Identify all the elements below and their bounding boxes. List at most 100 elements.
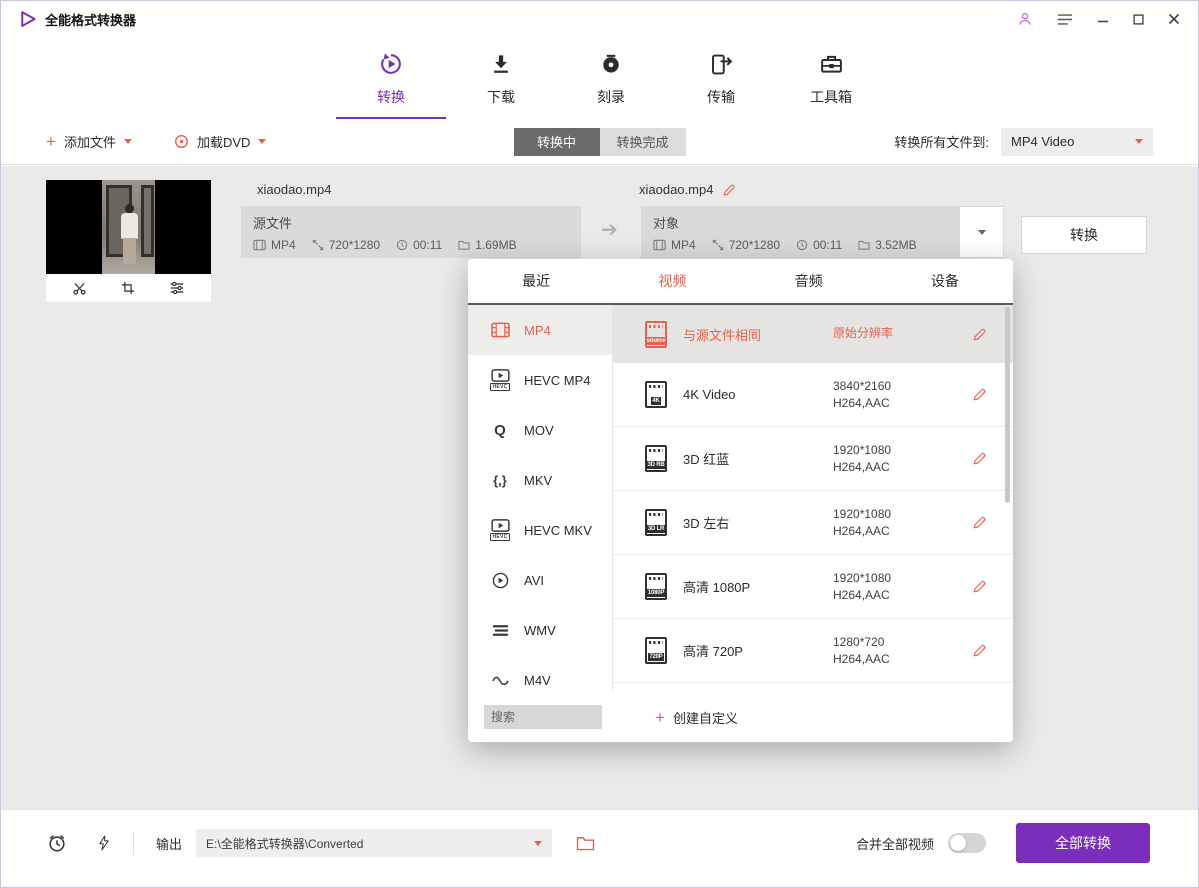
preset-detail: 原始分辨率 <box>833 324 965 344</box>
tab-convert[interactable]: 转换 <box>336 37 446 119</box>
preset-row-3d-redblue[interactable]: 3D RB 3D 红蓝 1920*1080 H264,AAC <box>613 427 1013 491</box>
source-info-panel: 源文件 MP4 720*1280 00:11 <box>241 206 581 258</box>
preset-icon: 3D RB <box>645 445 667 472</box>
avi-icon <box>488 572 512 589</box>
video-thumbnail[interactable] <box>46 180 211 302</box>
format-item-hevc-mkv[interactable]: HEVC HEVC MKV <box>468 505 612 555</box>
rename-icon[interactable] <box>722 183 736 197</box>
target-size: 3.52MB <box>858 238 916 252</box>
tab-converting[interactable]: 转换中 <box>514 128 600 156</box>
format-item-mov[interactable]: Q MOV <box>468 405 612 455</box>
menu-icon[interactable] <box>1057 13 1073 26</box>
preset-list: source 与源文件相同 原始分辨率 4K 4K Video <box>613 305 1013 692</box>
burn-disc-icon <box>599 50 623 78</box>
popup-tab-audio[interactable]: 音频 <box>741 259 877 303</box>
popup-tab-video[interactable]: 视频 <box>604 259 740 303</box>
target-label: 对象 <box>653 213 947 232</box>
popup-footer: + 创建自定义 <box>468 692 1013 742</box>
search-input[interactable] <box>484 705 602 729</box>
clip-toolbar <box>46 274 211 302</box>
download-icon <box>489 50 513 78</box>
source-file-name: xiaodao.mp4 <box>257 182 331 197</box>
tab-converted[interactable]: 转换完成 <box>600 128 686 156</box>
thumbnail-art <box>141 185 154 257</box>
preset-row-4k[interactable]: 4K 4K Video 3840*2160 H264,AAC <box>613 363 1013 427</box>
crop-icon[interactable] <box>121 281 135 295</box>
format-icon <box>653 239 666 251</box>
preset-row-same-as-source[interactable]: source 与源文件相同 原始分辨率 <box>613 305 1013 363</box>
format-item-mp4[interactable]: MP4 <box>468 305 612 355</box>
target-file-name: xiaodao.mp4 <box>639 182 713 197</box>
source-size: 1.69MB <box>458 238 516 252</box>
preset-row-1080p[interactable]: 1080P 高清 1080P 1920*1080 H264,AAC <box>613 555 1013 619</box>
source-preset-icon: source <box>645 321 667 348</box>
schedule-clock-icon[interactable] <box>47 833 67 853</box>
main-nav: 转换 下载 刻录 传输 <box>1 37 1198 119</box>
tab-burn[interactable]: 刻录 <box>556 37 666 119</box>
load-dvd-button[interactable]: 加载DVD <box>174 132 266 151</box>
convert-all-to-label: 转换所有文件到: <box>894 132 989 151</box>
divider <box>133 831 134 855</box>
edit-preset-icon[interactable] <box>972 327 987 342</box>
scrollbar-thumb[interactable] <box>1005 307 1010 503</box>
toolbar: + 添加文件 加载DVD 转换中 转换完成 转换所有文件到: MP4 Video <box>1 119 1198 165</box>
edit-preset-icon[interactable] <box>972 515 987 530</box>
thumbnail-image <box>46 180 211 274</box>
edit-preset-icon[interactable] <box>972 451 987 466</box>
add-files-button[interactable]: + 添加文件 <box>46 132 132 151</box>
convert-all-button[interactable]: 全部转换 <box>1016 823 1150 863</box>
close-button[interactable] <box>1168 13 1180 25</box>
source-duration: 00:11 <box>396 238 442 252</box>
format-item-avi[interactable]: AVI <box>468 555 612 605</box>
merge-videos-label: 合并全部视频 <box>856 834 934 853</box>
format-item-m4v[interactable]: M4V <box>468 655 612 692</box>
output-path-dropdown[interactable]: E:\全能格式转换器\Converted <box>196 829 552 857</box>
tab-toolbox-label: 工具箱 <box>810 87 852 107</box>
target-duration: 00:11 <box>796 238 842 252</box>
thumbnail-art <box>125 204 134 213</box>
app-logo-icon <box>19 10 37 28</box>
app-window: 全能格式转换器 转换 <box>0 0 1199 888</box>
status-tabs: 转换中 转换完成 <box>514 128 686 156</box>
preset-row-720p[interactable]: 720P 高清 720P 1280*720 H264,AAC <box>613 619 1013 683</box>
preset-detail: 1280*720 H264,AAC <box>833 635 965 666</box>
folder-icon <box>458 240 470 250</box>
trim-icon[interactable] <box>72 281 87 296</box>
effects-icon[interactable] <box>169 280 185 296</box>
tab-transfer[interactable]: 传输 <box>666 37 776 119</box>
maximize-button[interactable] <box>1133 14 1144 25</box>
target-info-row: MP4 720*1280 00:11 3.52MB <box>653 238 947 252</box>
convert-button[interactable]: 转换 <box>1021 216 1147 254</box>
account-icon[interactable] <box>1017 11 1033 27</box>
clock-icon <box>396 239 408 251</box>
target-resolution: 720*1280 <box>712 238 780 252</box>
chevron-down-icon <box>978 230 986 235</box>
target-format-dropdown-button[interactable] <box>959 206 1004 258</box>
tab-toolbox[interactable]: 工具箱 <box>776 37 886 119</box>
target-format: MP4 <box>653 238 696 252</box>
clock-icon <box>796 239 808 251</box>
popup-tab-device[interactable]: 设备 <box>877 259 1013 303</box>
output-path-value: E:\全能格式转换器\Converted <box>206 835 363 852</box>
high-speed-bolt-icon[interactable] <box>97 833 111 853</box>
format-item-mkv[interactable]: {,} MKV <box>468 455 612 505</box>
minimize-button[interactable] <box>1097 13 1109 25</box>
popup-tab-recent[interactable]: 最近 <box>468 259 604 303</box>
format-item-wmv[interactable]: WMV <box>468 605 612 655</box>
preset-detail: 1920*1080 H264,AAC <box>833 571 965 602</box>
edit-preset-icon[interactable] <box>972 643 987 658</box>
edit-preset-icon[interactable] <box>972 387 987 402</box>
create-custom-button[interactable]: + 创建自定义 <box>655 708 738 727</box>
toggle-knob <box>950 835 966 851</box>
edit-preset-icon[interactable] <box>972 579 987 594</box>
format-item-hevc-mp4[interactable]: HEVC HEVC MP4 <box>468 355 612 405</box>
preset-icon: 720P <box>645 637 667 664</box>
output-format-dropdown[interactable]: MP4 Video <box>1001 128 1153 156</box>
preset-row-3d-leftright[interactable]: 3D LR 3D 左右 1920*1080 H264,AAC <box>613 491 1013 555</box>
footer-row: 输出 E:\全能格式转换器\Converted 合并全部视频 全部转换 <box>1 816 1198 870</box>
search-wrap <box>468 705 613 729</box>
preset-detail: 3840*2160 H264,AAC <box>833 379 965 410</box>
tab-download[interactable]: 下载 <box>446 37 556 119</box>
merge-videos-toggle[interactable] <box>948 833 986 853</box>
open-output-folder-icon[interactable] <box>576 836 595 851</box>
